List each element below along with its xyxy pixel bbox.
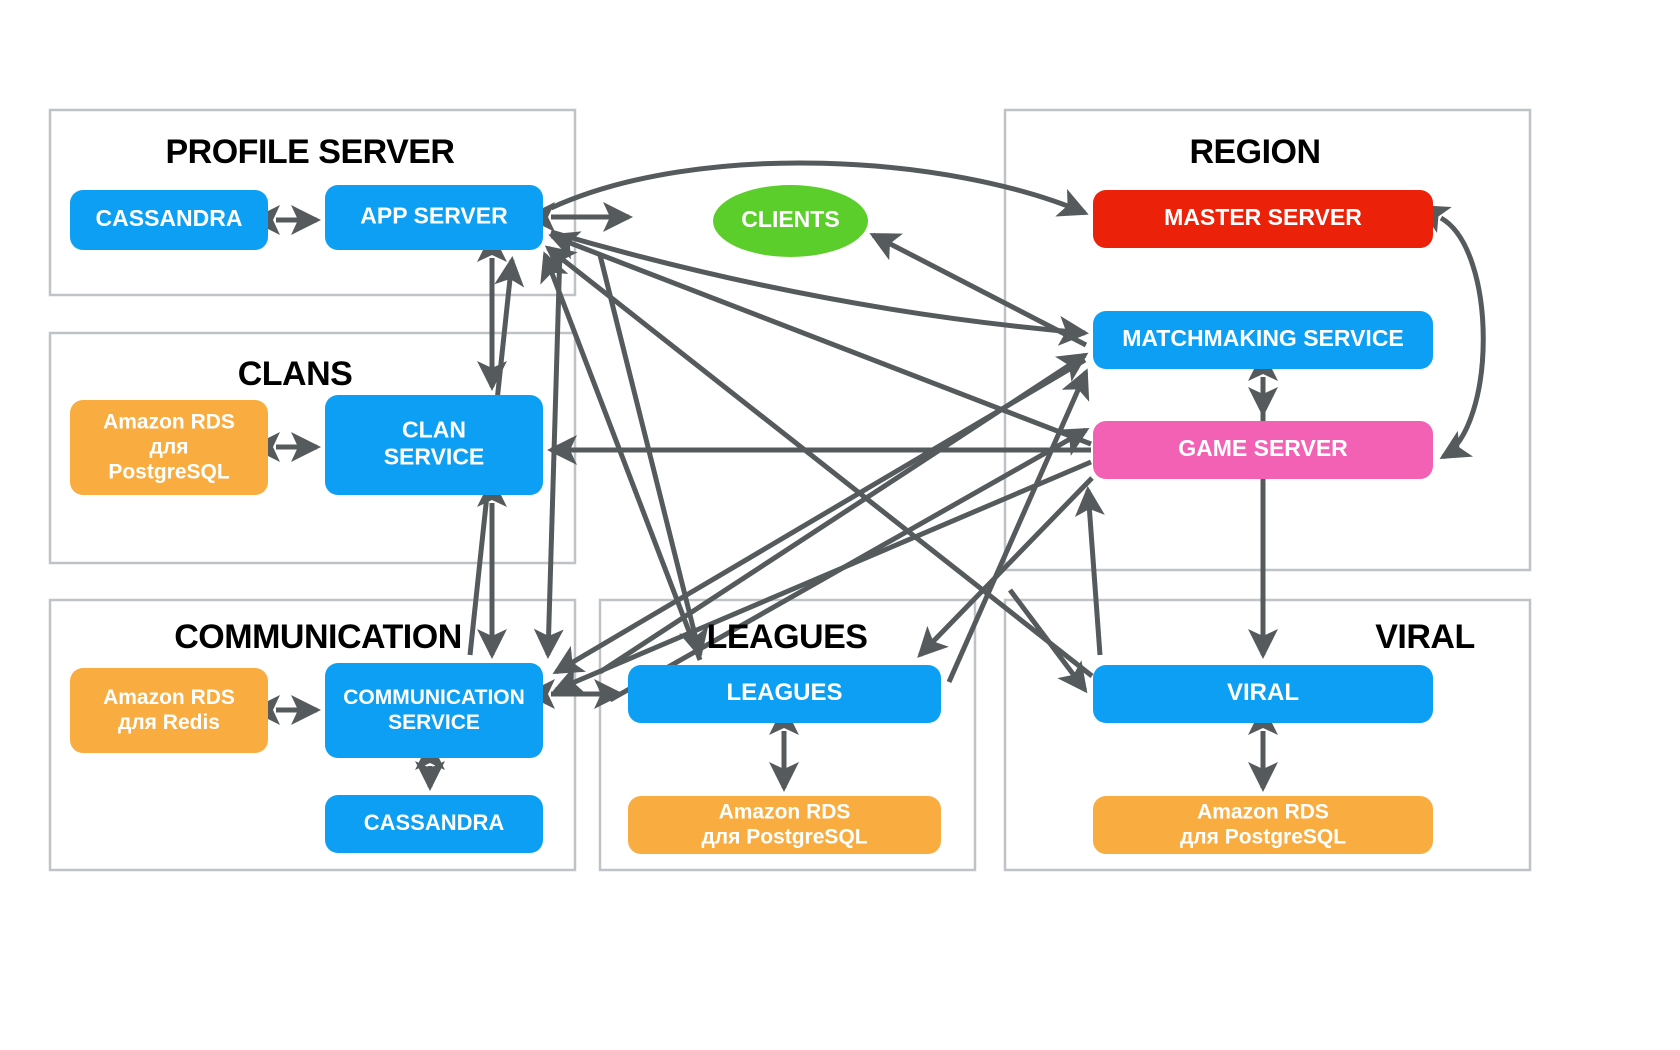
node-label-clients: CLIENTS — [741, 206, 839, 232]
edge-communication-service--game-server — [608, 427, 1090, 703]
node-matchmaking-service[interactable]: MATCHMAKING SERVICE — [1093, 311, 1433, 369]
node-leagues-service[interactable]: LEAGUES — [628, 665, 941, 723]
diagram-canvas: CASSANDRA APP SERVER CLIENTS Amazon RDS для P… — [48, 108, 1532, 872]
panel-title-viral: VIRAL — [1375, 618, 1475, 656]
panel-title-communication: COMMUNICATION — [174, 618, 462, 656]
edge-viral-service--game-server — [1074, 486, 1105, 656]
node-cassandra-communication[interactable]: CASSANDRA — [325, 795, 543, 853]
node-communication-service[interactable]: COMMUNICATION SERVICE — [325, 663, 543, 758]
node-master-server[interactable]: MASTER SERVER — [1093, 190, 1433, 248]
edge-master-server--game-server — [1418, 205, 1486, 460]
node-label-viral-service: VIRAL — [1227, 679, 1299, 706]
node-app-server[interactable]: APP SERVER — [325, 185, 543, 250]
panel-title-region: REGION — [1189, 133, 1320, 171]
node-rds-leagues[interactable]: Amazon RDS для PostgreSQL — [628, 796, 941, 854]
edge-leagues-service--matchmaking-service — [946, 368, 1090, 684]
node-rds-clans[interactable]: Amazon RDS для PostgreSQL — [70, 400, 268, 495]
node-rds-communication[interactable]: Amazon RDS для Redis — [70, 668, 268, 753]
node-label-rds-leagues: Amazon RDS для PostgreSQL — [701, 800, 867, 848]
node-label-cassandra-communication: CASSANDRA — [364, 810, 505, 835]
node-label-master-server: MASTER SERVER — [1164, 204, 1362, 230]
node-label-game-server: GAME SERVER — [1178, 435, 1348, 461]
edge-app-server--leagues-service — [597, 254, 709, 659]
node-label-rds-communication: Amazon RDS для Redis — [103, 686, 235, 734]
panel-title-profile-server: PROFILE SERVER — [166, 133, 455, 171]
panel-title-leagues: LEAGUES — [707, 618, 868, 656]
edge-game-server--viral-service — [1008, 588, 1088, 694]
node-label-matchmaking-service: MATCHMAKING SERVICE — [1122, 325, 1404, 351]
node-cassandra-profile[interactable]: CASSANDRA — [70, 190, 268, 250]
edge-game-server--app-server — [548, 231, 1092, 447]
node-clan-service[interactable]: CLAN SERVICE — [325, 395, 543, 495]
edge-viral-service--app-server — [544, 245, 1094, 678]
node-viral-service[interactable]: VIRAL — [1093, 665, 1433, 723]
edge-matchmaking-service--clients — [869, 232, 1088, 348]
node-label-rds-viral: Amazon RDS для PostgreSQL — [1180, 800, 1346, 848]
architecture-diagram: CASSANDRA APP SERVER CLIENTS Amazon RDS для P… — [0, 0, 1680, 1050]
node-label-leagues-service: LEAGUES — [726, 679, 842, 706]
node-label-app-server: APP SERVER — [360, 203, 508, 229]
panel-title-clans: CLANS — [238, 355, 353, 393]
node-rds-viral[interactable]: Amazon RDS для PostgreSQL — [1093, 796, 1433, 854]
node-game-server[interactable]: GAME SERVER — [1093, 421, 1433, 479]
node-clients[interactable]: CLIENTS — [713, 185, 868, 257]
node-label-cassandra-profile: CASSANDRA — [96, 205, 243, 231]
